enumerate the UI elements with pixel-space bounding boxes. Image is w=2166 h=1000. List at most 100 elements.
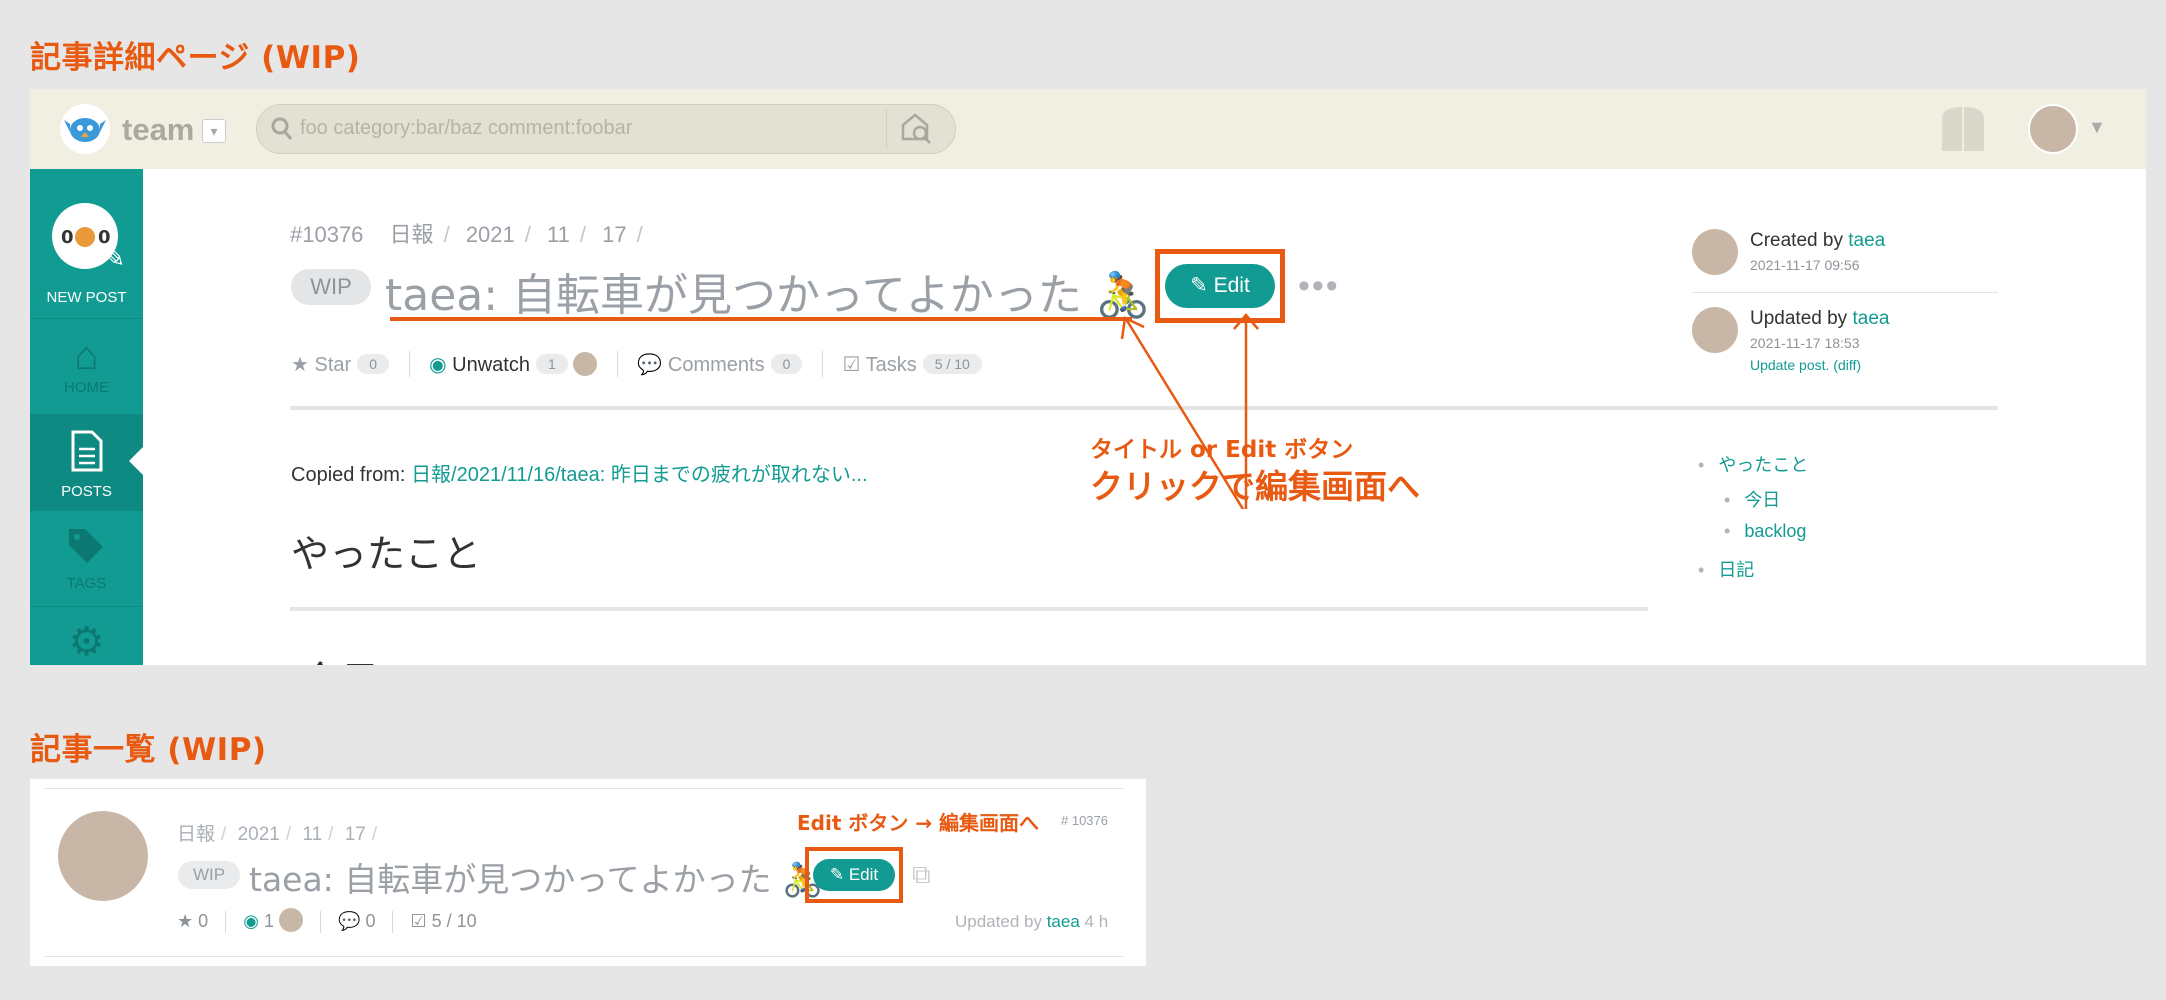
breadcrumb-item[interactable]: 17 xyxy=(345,824,366,845)
sidebar: 00 ✎ NEW POST ⌂ HOME POSTS TAGS ⚙ xyxy=(30,169,143,665)
divider xyxy=(1692,292,1998,293)
active-indicator xyxy=(129,447,143,475)
author-avatar[interactable] xyxy=(58,811,148,901)
search-placeholder: foo category:bar/baz comment:foobar xyxy=(300,117,633,139)
post-actions: ★ Star 0 ◉ Unwatch 1 💬 Comments 0 ☑ Tasks 5 … xyxy=(291,351,982,377)
post-title[interactable]: taea: 自転車が見つかってよかった 🚴 xyxy=(385,259,1151,323)
toc-item[interactable]: • backlog xyxy=(1724,521,1806,542)
post-stats: ★ 0 ◉ 1 💬 0 ☑ 5 / 10 xyxy=(177,908,477,933)
pencil-icon: ✎ xyxy=(829,865,849,884)
team-dropdown-icon[interactable]: ▾ xyxy=(202,119,226,143)
search-divider xyxy=(886,109,887,149)
annotation-small: タイトル or Edit ボタン xyxy=(1090,437,1354,463)
notification-icon[interactable] xyxy=(1940,105,1986,158)
toc-item[interactable]: • やったこと xyxy=(1698,451,1808,477)
creator-avatar[interactable] xyxy=(1692,229,1738,275)
star-count: 0 xyxy=(198,911,209,931)
tasks-count: 5 / 10 xyxy=(431,911,477,931)
pencil-icon: ✎ xyxy=(1190,274,1214,297)
created-prefix: Created by xyxy=(1750,230,1843,251)
post-list-screenshot: 日報/ 2021/ 11/ 17/ Edit ボタン → 編集画面へ # 103… xyxy=(30,779,1146,966)
copied-from-link[interactable]: 日報/2021/11/16/taea: 昨日までの疲れが取れない... xyxy=(411,464,867,486)
comments-button[interactable]: 💬 Comments 0 xyxy=(637,354,803,376)
update-note-link[interactable]: Update post. (diff) xyxy=(1750,357,1861,373)
toc-item[interactable]: • 今日 xyxy=(1724,486,1780,512)
breadcrumb: #10376 日報/ 2021/ 11/ 17/ xyxy=(290,222,643,247)
content-subheading-cutoff: 今日 xyxy=(300,649,380,665)
sidebar-label: POSTS xyxy=(61,483,112,500)
edit-button[interactable]: ✎ Edit xyxy=(1165,264,1275,308)
sidebar-item-new-post[interactable]: 00 ✎ NEW POST xyxy=(30,169,143,319)
search-icon xyxy=(269,114,295,149)
star-icon: ★ xyxy=(291,354,309,376)
edit-label: Edit xyxy=(1213,274,1250,297)
breadcrumb-item[interactable]: 17 xyxy=(602,222,626,247)
breadcrumb-item[interactable]: 11 xyxy=(547,222,570,247)
team-name[interactable]: team xyxy=(122,112,194,148)
search-help-icon[interactable] xyxy=(900,111,934,150)
star-icon: ★ xyxy=(177,911,194,931)
user-avatar[interactable] xyxy=(2028,104,2078,154)
watch-label: Unwatch xyxy=(452,354,530,376)
watch-count: 1 xyxy=(535,354,568,374)
copy-icon[interactable]: ⧉ xyxy=(912,859,931,891)
divider xyxy=(44,956,1124,957)
breadcrumb-item[interactable]: 日報 xyxy=(390,222,434,247)
checkbox-icon: ☑ xyxy=(842,354,861,376)
tasks-button[interactable]: ☑ Tasks 5 / 10 xyxy=(843,354,982,376)
breadcrumb: 日報/ 2021/ 11/ 17/ xyxy=(177,824,378,845)
breadcrumb-item[interactable]: 2021 xyxy=(238,824,280,845)
eye-icon: ◉ xyxy=(429,354,447,376)
home-icon: ⌂ xyxy=(74,334,99,378)
post-detail-screenshot: team ▾ foo category:bar/baz comment:foob… xyxy=(30,89,2146,665)
comments-count: 0 xyxy=(365,911,376,931)
breadcrumb-item[interactable]: 2021 xyxy=(466,222,515,247)
tasks-count: 5 / 10 xyxy=(922,354,982,374)
updater-link[interactable]: taea xyxy=(1852,308,1889,329)
toc-item[interactable]: • 日記 xyxy=(1698,556,1754,582)
breadcrumb-item[interactable]: 11 xyxy=(302,824,322,845)
updated-prefix: Updated by xyxy=(955,912,1042,931)
updated-date: 2021-11-17 18:53 xyxy=(1750,335,1860,351)
user-menu-chevron-down-icon[interactable]: ▼ xyxy=(2088,117,2106,138)
heading-underline xyxy=(290,607,1648,611)
annotation-list: Edit ボタン → 編集画面へ xyxy=(797,811,1040,835)
svg-text:0: 0 xyxy=(61,227,74,248)
eye-icon: ◉ xyxy=(243,911,259,931)
star-count: 0 xyxy=(357,354,389,374)
more-options-icon[interactable]: ••• xyxy=(1298,267,1340,306)
watcher-avatar xyxy=(573,352,598,376)
watch-count: 1 xyxy=(263,911,274,931)
divider xyxy=(44,788,1124,789)
title-highlight-underline xyxy=(390,317,1132,321)
content-heading: やったこと xyxy=(291,532,482,576)
document-icon xyxy=(30,429,143,483)
tasks-label: Tasks xyxy=(865,354,917,376)
post-title-link[interactable]: taea: 自転車が見つかってよかった 🚴 xyxy=(249,853,823,901)
wip-badge: WIP xyxy=(178,861,240,889)
toc-label: 日記 xyxy=(1718,560,1755,580)
sidebar-item-home[interactable]: ⌂ HOME xyxy=(30,319,143,415)
toc-label: backlog xyxy=(1744,521,1807,541)
edit-button[interactable]: ✎ Edit xyxy=(813,859,895,891)
top-navbar: team ▾ foo category:bar/baz comment:foob… xyxy=(30,89,2146,169)
creator-link[interactable]: taea xyxy=(1848,230,1885,251)
edit-highlight-box: ✎ Edit xyxy=(805,847,903,903)
updated-info: Updated by taea 4 h xyxy=(955,912,1108,932)
updater-link[interactable]: taea xyxy=(1047,912,1080,931)
star-button[interactable]: ★ Star 0 xyxy=(291,354,389,376)
updated-prefix: Updated by xyxy=(1750,308,1848,329)
sidebar-item-tags[interactable]: TAGS xyxy=(30,511,143,607)
updated-by: Updated by taea xyxy=(1750,308,1889,330)
updated-ago: 4 h xyxy=(1084,912,1109,931)
toc-label: 今日 xyxy=(1744,490,1781,510)
updater-avatar[interactable] xyxy=(1692,307,1738,353)
sidebar-item-posts[interactable]: POSTS xyxy=(30,415,143,511)
tags-icon xyxy=(30,525,143,575)
comment-icon: 💬 xyxy=(637,354,663,376)
sidebar-item-settings[interactable]: ⚙ xyxy=(30,619,143,665)
watch-button[interactable]: ◉ Unwatch 1 xyxy=(429,352,598,376)
sidebar-label: HOME xyxy=(64,379,109,396)
breadcrumb-item[interactable]: 日報 xyxy=(177,824,215,845)
team-logo-icon[interactable] xyxy=(60,104,110,154)
